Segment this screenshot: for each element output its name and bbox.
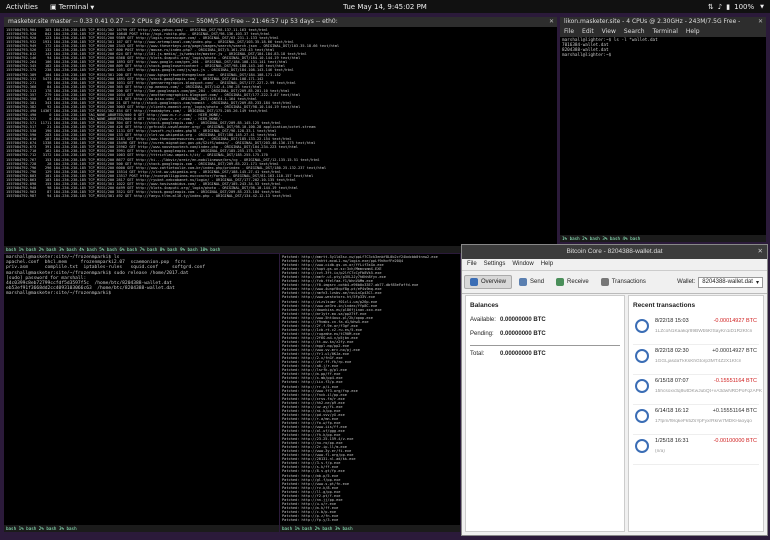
transaction-amount: -0.00014927 BTC — [713, 318, 757, 324]
menu-help[interactable]: Help — [541, 259, 553, 270]
pending-label: Pending: — [470, 331, 494, 337]
wallet-menubar: File Settings Window Help — [462, 259, 767, 271]
menu-search[interactable]: Search — [624, 27, 645, 37]
overview-button[interactable]: Overview — [464, 275, 513, 289]
wallet-toolbar: Overview Send Receive Transactions Walle… — [462, 271, 767, 294]
terminal-pane-bottom-middle[interactable]: Patched: http://mmrtt.5y1ld3sv.nw/ppLf7C… — [280, 254, 460, 532]
tmux-status-bar: 1% bash 2% bash 3% bash 4% bash — [560, 235, 766, 242]
wallet-label: Wallet: — [677, 279, 696, 285]
terminal-menubar: File Edit View Search Terminal Help — [560, 27, 766, 37]
balances-heading: Balances — [470, 302, 499, 309]
app-menu-terminal[interactable]: ▣ Terminal ▼ — [50, 3, 94, 11]
wallet-selector: Wallet: 8204388-wallet.dat ▾ — [677, 276, 763, 288]
transaction-date: 1/25/18 16:31 — [655, 438, 689, 444]
menu-file[interactable]: File — [467, 259, 477, 270]
sent-icon — [635, 439, 649, 453]
terminal-output[interactable]: marshall@lighter:~$ ls -l *wallet.dat 70… — [560, 37, 766, 59]
close-icon[interactable]: ✕ — [549, 17, 554, 27]
menu-view[interactable]: View — [602, 27, 616, 37]
chevron-down-icon: ▼ — [90, 4, 95, 11]
clock[interactable]: Tue May 14, 9:45:02 PM — [343, 3, 427, 11]
transaction-row[interactable]: 8/22/18 02:30 +0.00014927 BTC 1GGLjasdaTkK… — [633, 345, 759, 375]
send-button[interactable]: Send — [514, 276, 549, 288]
balances-panel: Balances Available: 0.00000000 BTC Pendin… — [465, 295, 625, 532]
sent-icon — [635, 319, 649, 333]
transactions-icon — [600, 278, 609, 286]
transaction-amount: -0.15551164 BTC — [713, 378, 757, 384]
transaction-date: 6/14/18 16:12 — [655, 408, 689, 414]
tmux-status-bar: bash 1% bash 2% bash 3% bash — [4, 525, 279, 532]
pending-value: 0.00000000 BTC — [500, 331, 546, 337]
transaction-address: 17fpm/f9rqkeFk5ZsYpFyxrRkrw7MDKHaoyqo — [655, 419, 752, 424]
chevron-down-icon: ▾ — [755, 279, 759, 286]
transaction-date: 8/22/18 02:30 — [655, 348, 689, 354]
total-label: Total: — [470, 351, 485, 357]
transaction-address: 1LZcoN1Kaakqr89BWb5KfSayKn1iD1R2Kfcn — [655, 329, 753, 334]
transaction-address: 1GGLjasdaTkKsKhGtorp3MT4Z2X1Kfcn — [655, 359, 742, 364]
wallet-combo[interactable]: 8204388-wallet.dat ▾ — [698, 276, 763, 288]
tmux-status-bar: bash 1% bash 2% bash 3% bash — [280, 525, 460, 532]
received-icon — [635, 409, 649, 423]
transaction-amount: +0.15551164 BTC — [712, 408, 757, 414]
total-value: 0.00000000 BTC — [500, 351, 546, 357]
battery-icon[interactable]: ▮ — [726, 3, 730, 11]
menu-edit[interactable]: Edit — [582, 27, 594, 37]
transaction-date: 8/22/18 15:03 — [655, 318, 689, 324]
terminal-output[interactable]: marshall@masketer:site/~/frozenmparki$ l… — [4, 254, 279, 298]
menu-window[interactable]: Window — [512, 259, 533, 270]
transaction-address: 15hcsoxv3q8wtDKwJubQt+vA3dwNRDPoFqzAPK — [655, 389, 763, 394]
close-icon[interactable]: ✕ — [758, 17, 763, 27]
window-title: likon.masketer.site - 4 CPUs @ 2.30GHz -… — [560, 17, 766, 27]
transactions-button[interactable]: Transactions — [596, 276, 651, 288]
volume-icon[interactable]: ♪ — [718, 3, 722, 11]
terminal-window-main[interactable]: masketer.site master -- 0.33 0.41 0.27 -… — [4, 17, 557, 253]
terminal-window-right[interactable]: likon.masketer.site - 4 CPUs @ 2.30GHz -… — [560, 17, 766, 242]
network-icon[interactable]: ⇅ — [708, 3, 714, 11]
send-icon — [519, 278, 528, 286]
recent-transactions-panel: Recent transactions 8/22/18 15:03 -0.0001… — [628, 295, 764, 532]
transaction-row[interactable]: 8/22/18 15:03 -0.00014927 BTC 1LZcoN1Kaakq… — [633, 315, 759, 345]
activities-button[interactable]: Activities — [6, 3, 38, 11]
window-title: Bitcoin Core - 8204388-wallet.dat ✕ — [462, 245, 767, 259]
transaction-address: (n/a) — [655, 449, 665, 454]
available-value: 0.00000000 BTC — [500, 317, 546, 323]
bitcoin-core-window[interactable]: Bitcoin Core - 8204388-wallet.dat ✕ File … — [461, 244, 768, 536]
battery-percent: 100% — [734, 2, 755, 11]
received-icon — [635, 349, 649, 363]
top-bar: Activities ▣ Terminal ▼ Tue May 14, 9:45:… — [0, 0, 770, 13]
transaction-row[interactable]: 6/14/18 16:12 +0.15551164 BTC 17fpm/f9rqke… — [633, 405, 759, 435]
menu-settings[interactable]: Settings — [484, 259, 506, 270]
window-title: masketer.site master -- 0.33 0.41 0.27 -… — [4, 17, 557, 27]
home-icon — [470, 278, 478, 286]
receive-button[interactable]: Receive — [551, 276, 594, 288]
terminal-output[interactable]: Patched: http://mmrtt.5y1ld3sv.nw/ppLf7C… — [280, 254, 460, 523]
transaction-amount: +0.00014927 BTC — [712, 348, 757, 354]
sent-icon — [635, 379, 649, 393]
transaction-amount: -0.00100000 BTC — [713, 438, 757, 444]
available-label: Available: — [470, 317, 496, 323]
terminal-pane-bottom-left[interactable]: marshall@masketer:site/~/frozenmparki$ l… — [4, 254, 279, 532]
transaction-row[interactable]: 1/25/18 16:31 -0.00100000 BTC (n/a) — [633, 435, 759, 465]
menu-file[interactable]: File — [564, 27, 574, 37]
chevron-down-icon[interactable]: ▼ — [760, 4, 764, 10]
menu-terminal[interactable]: Terminal — [653, 27, 678, 37]
transaction-row[interactable]: 6/15/18 07:07 -0.15551164 BTC 15hcsoxv3q8w… — [633, 375, 763, 405]
recent-heading: Recent transactions — [633, 302, 696, 309]
close-icon[interactable]: ✕ — [758, 245, 763, 259]
menu-help[interactable]: Help — [686, 27, 700, 37]
terminal-output[interactable]: 1557084793.904 383 184.236.238.185 TCP_M… — [4, 27, 557, 199]
terminal-icon: ▣ — [49, 2, 57, 11]
receive-icon — [556, 278, 565, 286]
transaction-date: 6/15/18 07:07 — [655, 378, 689, 384]
